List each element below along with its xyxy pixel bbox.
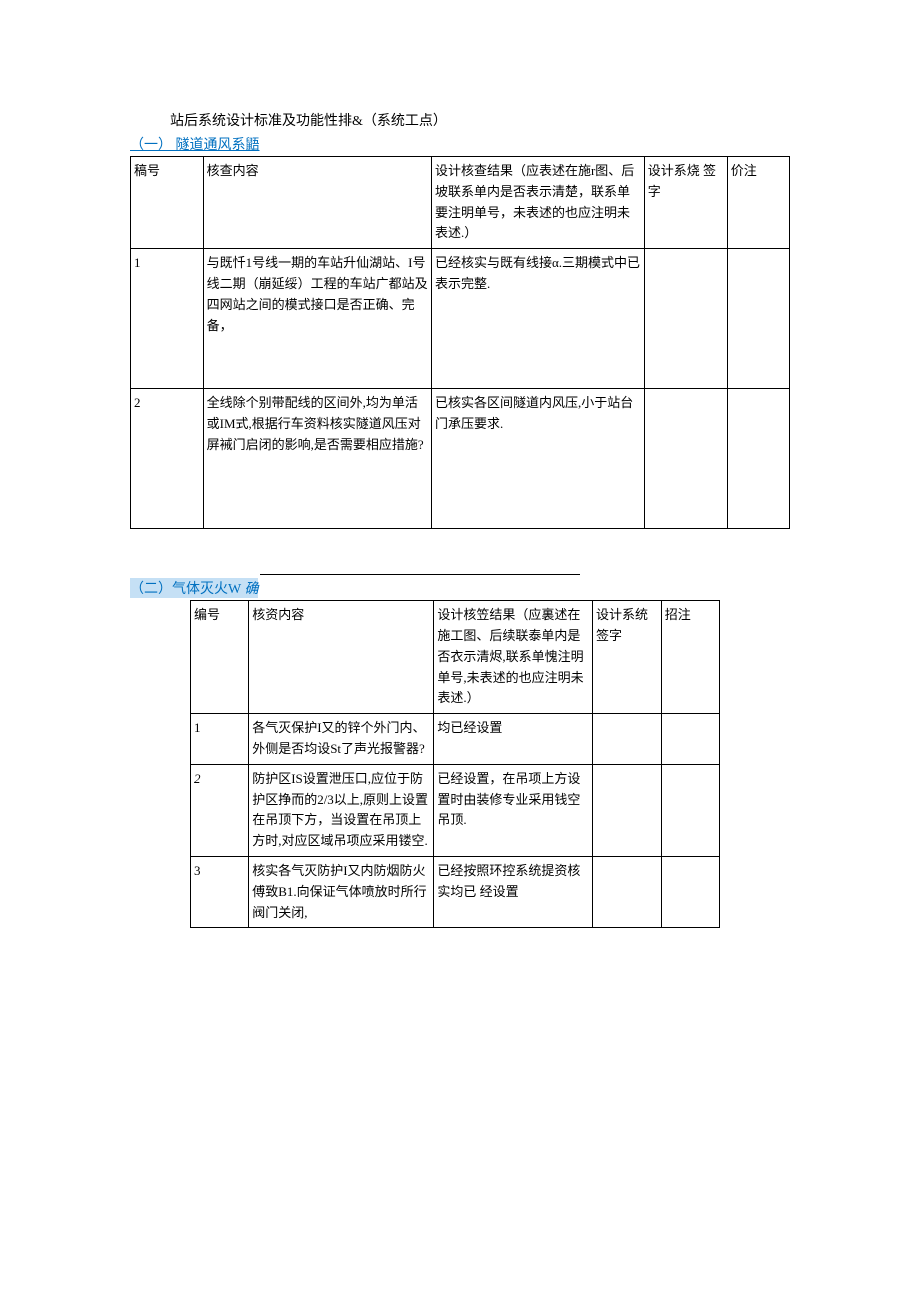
cell-num: 1 — [131, 249, 204, 389]
cell-content: 各气灭保护I又的锌个外门内、外侧是否均设St了声光报警器? — [249, 714, 434, 765]
cell-note — [727, 389, 789, 529]
cell-sign — [644, 249, 727, 389]
cell-result: 均已经设置 — [434, 714, 593, 765]
cell-content: 核实各气灭防护I又内防烟防火傅致B1.向保证气体喷放时所行阀门关闭, — [249, 856, 434, 927]
header-sign: 设计系统 签字 — [593, 601, 662, 714]
table-row: 1 与既忏1号线一期的车站升仙湖站、I号线二期（崩延绥）工程的车站广都站及四网站… — [131, 249, 790, 389]
cell-num: 3 — [191, 856, 249, 927]
document-title: 站后系统设计标准及功能性排&（系统工点） — [170, 110, 790, 130]
cell-note — [661, 764, 719, 856]
header-result: 设计核笠结果（应裏述在施工图、后续联泰单内是否衣示清烬,联系单愧注明单号,未表述… — [434, 601, 593, 714]
table-row: 1 各气灭保护I又的锌个外门内、外侧是否均设St了声光报警器? 均已经设置 — [191, 714, 720, 765]
table-row: 2 全线除个别带配线的区间外,均为单活或IM式,根据行车资料核实隧道风压对屏裓门… — [131, 389, 790, 529]
cell-result: 已经按照环控系统提资核实均已 经设置 — [434, 856, 593, 927]
table-header-row: 编号 核资内容 设计核笠结果（应裏述在施工图、后续联泰单内是否衣示清烬,联系单愧… — [191, 601, 720, 714]
cell-sign — [593, 714, 662, 765]
cell-sign — [593, 764, 662, 856]
table-gas-fire: 编号 核资内容 设计核笠结果（应裏述在施工图、后续联泰单内是否衣示清烬,联系单愧… — [190, 600, 720, 928]
cell-sign — [644, 389, 727, 529]
cell-num: 2 — [191, 764, 249, 856]
section1-heading: （一） 隧道通风系鼯 — [130, 134, 790, 154]
header-sign: 设计系烧 签字 — [644, 157, 727, 249]
cell-result: 已经核实与既有线接α.三期模式中已表示完整. — [431, 249, 644, 389]
section2-heading-suffix: 确 — [244, 582, 258, 597]
table-tunnel-ventilation: 稿号 核查内容 设计核查结果（应表述在施r图、后坡联系单内是否表示清楚，联系单要… — [130, 156, 790, 529]
header-num: 编号 — [191, 601, 249, 714]
header-note: 招注 — [661, 601, 719, 714]
section2-heading-prefix: （二）气体灭火W — [130, 582, 241, 597]
cell-note — [727, 249, 789, 389]
cell-content: 与既忏1号线一期的车站升仙湖站、I号线二期（崩延绥）工程的车站广都站及四网站之间… — [203, 249, 431, 389]
section2-heading: （二）气体灭火W 确 — [130, 578, 258, 598]
cell-note — [661, 856, 719, 927]
header-content: 核资内容 — [249, 601, 434, 714]
header-num: 稿号 — [131, 157, 204, 249]
cell-num: 1 — [191, 714, 249, 765]
cell-num: 2 — [131, 389, 204, 529]
cell-result: 已核实各区间隧道内风压,小于站台门承压要求. — [431, 389, 644, 529]
cell-result: 已经设置，在吊项上方设置时由装修专业采用钱空吊顶. — [434, 764, 593, 856]
table-row: 2 防护区IS设置泄压口,应位于防护区挣而的2/3以上,原则上设置在吊顶下方，当… — [191, 764, 720, 856]
cell-note — [661, 714, 719, 765]
table-header-row: 稿号 核查内容 设计核查结果（应表述在施r图、后坡联系单内是否表示清楚，联系单要… — [131, 157, 790, 249]
cell-content: 防护区IS设置泄压口,应位于防护区挣而的2/3以上,原则上设置在吊顶下方，当设置… — [249, 764, 434, 856]
cell-sign — [593, 856, 662, 927]
cell-content: 全线除个别带配线的区间外,均为单活或IM式,根据行车资料核实隧道风压对屏裓门启闭… — [203, 389, 431, 529]
header-result: 设计核查结果（应表述在施r图、后坡联系单内是否表示清楚，联系单要注明单号，未表述… — [431, 157, 644, 249]
divider — [260, 574, 580, 575]
header-note: 价注 — [727, 157, 789, 249]
table-row: 3 核实各气灭防护I又内防烟防火傅致B1.向保证气体喷放时所行阀门关闭, 已经按… — [191, 856, 720, 927]
header-content: 核查内容 — [203, 157, 431, 249]
